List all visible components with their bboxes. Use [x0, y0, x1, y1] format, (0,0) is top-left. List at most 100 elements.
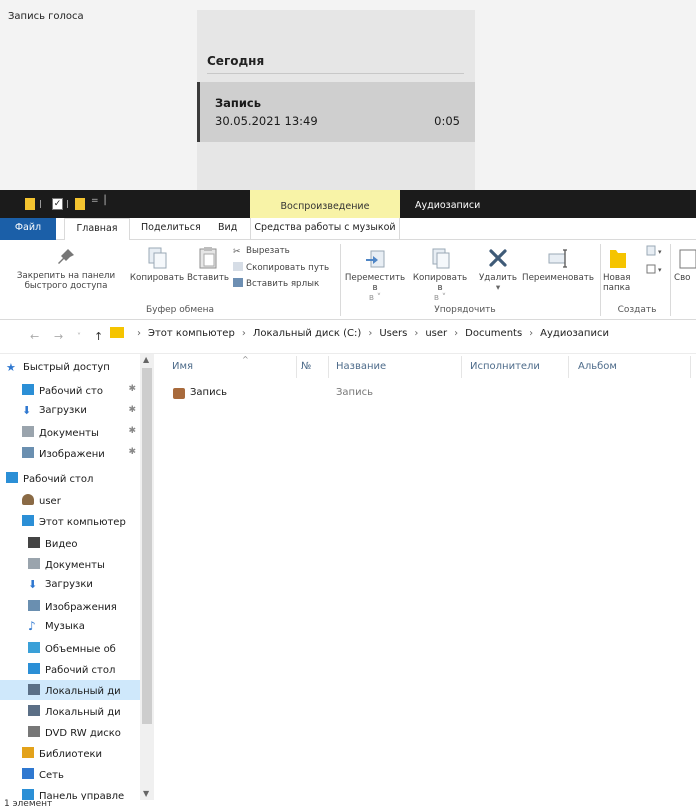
item-count: 1 элемент — [4, 799, 53, 809]
copy-to-button[interactable]: Копировать вв ˅ — [409, 246, 471, 303]
new-folder-quick-access-button[interactable] — [75, 198, 85, 210]
breadcrumb-user[interactable]: user — [425, 328, 447, 339]
tab-view[interactable]: Вид — [218, 222, 237, 233]
tab-music-tools[interactable]: Средства работы с музыкой — [250, 218, 400, 240]
nav-item[interactable]: Этот компьютер — [0, 511, 140, 531]
nav-item[interactable]: Сеть — [0, 764, 140, 784]
star-icon: ★ — [6, 361, 16, 374]
new-folder-button[interactable]: Новая папка — [603, 246, 643, 293]
nav-item[interactable]: Объемные об — [0, 638, 140, 658]
libraries-icon — [22, 747, 34, 758]
breadcrumb-local-disk[interactable]: Локальный диск (C:) — [253, 328, 362, 339]
nav-item[interactable]: DVD RW диско — [0, 722, 140, 742]
navigation-scrollbar[interactable]: ▲ ▼ — [140, 354, 154, 800]
delete-button[interactable]: Удалить ▾ — [476, 246, 520, 293]
nav-item[interactable]: ⬇ Загрузки — [0, 575, 140, 595]
new-item-button[interactable]: ▾ — [645, 244, 665, 261]
nav-item[interactable]: ★ Быстрый доступ — [0, 358, 140, 378]
dvd-icon — [28, 726, 40, 737]
nav-item-label: Рабочий сто — [39, 386, 103, 397]
scrollbar-thumb[interactable] — [142, 368, 152, 724]
scroll-up-icon[interactable]: ▲ — [143, 355, 149, 364]
breadcrumb[interactable]: › Этот компьютер › Локальный диск (C:) › User… — [110, 327, 696, 347]
documents-icon — [22, 426, 34, 437]
group-divider — [340, 244, 341, 316]
breadcrumb-separator: › — [241, 328, 246, 339]
nav-item[interactable]: Рабочий стол — [0, 468, 140, 488]
desktop-icon — [22, 384, 34, 395]
pictures-icon — [22, 447, 34, 458]
nav-item[interactable]: Библиотеки — [0, 743, 140, 763]
up-arrow-icon[interactable]: ↑ — [94, 330, 103, 343]
tab-home[interactable]: Главная — [64, 218, 130, 241]
breadcrumb-this-pc[interactable]: Этот компьютер — [148, 328, 235, 339]
recording-name: Запись — [215, 96, 262, 110]
copy-to-icon — [432, 248, 450, 269]
pin-to-quick-access-button[interactable]: Закрепить на панели быстрого доступа — [4, 246, 128, 291]
breadcrumb-audio-recordings[interactable]: Аудиозаписи — [540, 328, 609, 339]
paste-button[interactable]: Вставить — [186, 246, 230, 283]
file-list: ^ Имя № Название Исполнители Альбом Запи… — [158, 354, 696, 800]
nav-item[interactable]: Рабочий стол — [0, 659, 140, 679]
pin-icon: ✱ — [128, 426, 136, 436]
nav-item[interactable]: Документы — [0, 554, 140, 574]
copy-button[interactable]: Копировать — [128, 246, 186, 283]
window-title: Аудиозаписи — [415, 200, 481, 211]
copy-path-button[interactable]: Скопировать путь — [233, 262, 329, 273]
nav-item[interactable]: user — [0, 490, 140, 510]
paste-shortcut-button[interactable]: Вставить ярлык — [233, 278, 319, 289]
nav-item[interactable]: Локальный ди — [0, 701, 140, 721]
properties-button[interactable]: Сво — [674, 246, 696, 283]
recording-datetime: 30.05.2021 13:49 — [215, 114, 318, 128]
back-arrow-icon[interactable]: ← — [30, 330, 39, 343]
recording-item[interactable]: Запись 30.05.2021 13:49 0:05 — [197, 82, 475, 142]
paste-shortcut-icon — [233, 278, 243, 287]
nav-item[interactable]: Документы ✱ — [0, 422, 140, 442]
breadcrumb-separator: › — [414, 328, 419, 339]
pin-icon: ✱ — [128, 405, 136, 415]
folder-icon — [25, 198, 35, 210]
nav-item-label: Локальный ди — [45, 707, 121, 718]
column-divider — [461, 356, 462, 378]
scroll-down-icon[interactable]: ▼ — [143, 789, 149, 798]
nav-item[interactable]: Рабочий сто ✱ — [0, 380, 140, 400]
column-header-artists[interactable]: Исполнители — [470, 361, 540, 372]
move-to-button[interactable]: Переместить вв ˅ — [344, 246, 406, 303]
nav-item[interactable]: Панель управле — [0, 785, 140, 800]
breadcrumb-separator: › — [137, 328, 141, 339]
nav-item[interactable]: Изображения — [0, 596, 140, 616]
nav-item-label: Быстрый доступ — [23, 362, 110, 373]
quick-access-dropdown-icon[interactable]: =▕ — [91, 196, 105, 206]
column-header-album[interactable]: Альбом — [578, 361, 617, 372]
breadcrumb-separator: › — [368, 328, 373, 339]
properties-quick-access-button[interactable]: ✓ — [52, 198, 63, 210]
nav-item[interactable]: Видео — [0, 533, 140, 553]
tab-share[interactable]: Поделиться — [141, 222, 201, 233]
nav-item[interactable]: Изображени ✱ — [0, 443, 140, 463]
nav-item-label: Видео — [45, 539, 78, 550]
column-header-title[interactable]: Название — [336, 361, 386, 372]
easy-access-button[interactable]: ▾ — [645, 262, 665, 279]
pin-icon — [58, 249, 74, 264]
nav-item[interactable]: Локальный ди — [0, 680, 140, 700]
nav-item[interactable]: ⬇ Загрузки ✱ — [0, 401, 140, 421]
svg-text:▾: ▾ — [658, 248, 662, 256]
user-icon — [22, 494, 34, 505]
breadcrumb-users[interactable]: Users — [379, 328, 407, 339]
3d-objects-icon — [28, 642, 40, 653]
cut-button[interactable]: ✂ Вырезать — [233, 246, 290, 257]
drive-icon — [28, 705, 40, 716]
column-header-number[interactable]: № — [301, 361, 311, 372]
forward-arrow-icon[interactable]: → — [54, 330, 63, 343]
recent-locations-chevron-icon[interactable]: ˅ — [77, 332, 81, 341]
column-header-name[interactable]: ^ Имя — [172, 355, 249, 372]
breadcrumb-documents[interactable]: Documents — [465, 328, 522, 339]
ribbon-tabs: Файл Главная Поделиться Вид Средства раб… — [0, 218, 696, 241]
file-row[interactable]: Запись Запись — [168, 386, 468, 402]
group-divider — [670, 244, 671, 316]
nav-item[interactable]: ♪ Музыка — [0, 617, 140, 637]
rename-button[interactable]: Переименовать — [522, 246, 594, 283]
music-icon: ♪ — [28, 619, 36, 633]
tab-file[interactable]: Файл — [0, 218, 56, 240]
new-folder-icon — [610, 250, 626, 268]
